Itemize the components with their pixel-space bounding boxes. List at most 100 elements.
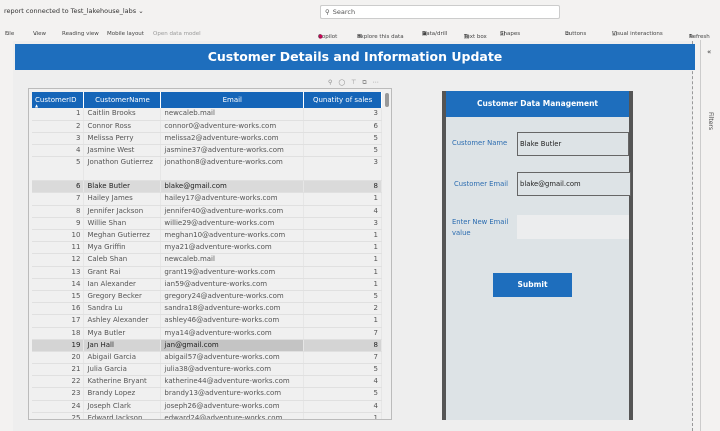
- customer-name-cell: Sandra Lu: [83, 302, 162, 316]
- ribbon-toolbar: File ⌄ View ⌄ Reading view Mobile layout…: [5, 30, 710, 40]
- mobile-layout-button[interactable]: Mobile layout: [107, 31, 144, 37]
- report-title[interactable]: report connected to Test_lakehouse_labs …: [4, 7, 144, 15]
- customer-name-field[interactable]: Blake Butler: [517, 132, 629, 156]
- customer-name-cell: Jan Hall: [83, 339, 162, 352]
- column-header[interactable]: CustomerName: [83, 92, 162, 108]
- email-cell: katherine44@adventure-works.com: [160, 375, 305, 389]
- menu-file[interactable]: File ⌄: [5, 31, 14, 37]
- customer-email-field[interactable]: blake@gmail.com: [517, 172, 631, 196]
- table-row[interactable]: 18 Mya Butler mya14@adventure-works.com 7: [32, 327, 382, 340]
- reading-view-button[interactable]: Reading view: [62, 31, 99, 37]
- filter-icon[interactable]: ⊤: [351, 79, 356, 87]
- quantity-cell: 1: [303, 253, 382, 267]
- quantity-cell: 7: [303, 351, 382, 365]
- customer-email-label: Customer Email: [454, 180, 509, 188]
- table-row[interactable]: 7 Hailey James hailey17@adventure-works.co…: [32, 192, 382, 206]
- customer-id-cell: 21: [32, 363, 85, 377]
- table-row[interactable]: 15 Gregory Becker gregory24@adventure-work…: [32, 290, 382, 304]
- table-row[interactable]: 5 Jonathon Gutierrez jonathon8@adventure-w…: [32, 156, 382, 182]
- column-header[interactable]: Qunatity of sales: [303, 92, 382, 108]
- customer-id-cell: 2: [32, 120, 85, 133]
- open-data-model-button[interactable]: Open data model: [153, 31, 201, 37]
- customer-name-cell: Caleb Shan: [83, 253, 162, 267]
- customer-name-cell: Jasmine West: [83, 144, 162, 158]
- customer-id-cell: 17: [32, 314, 85, 328]
- customer-id-cell: 5: [32, 156, 85, 182]
- email-cell: melissa2@adventure-works.com: [160, 132, 305, 146]
- table-row[interactable]: 12 Caleb Shan newcaleb.mail 1: [32, 253, 382, 267]
- visual-interactions-button[interactable]: ▢ Visual interactions ⌄: [612, 31, 663, 37]
- email-cell: newcaleb.mail: [160, 108, 305, 121]
- customer-id-cell: 11: [32, 241, 85, 255]
- data-drill-button[interactable]: ▣ Data/drill ⌄: [422, 31, 447, 37]
- quantity-cell: 3: [303, 217, 382, 231]
- customer-name-cell: Brandy Lopez: [83, 387, 162, 401]
- comment-icon[interactable]: ◯: [338, 79, 345, 87]
- customer-id-cell: 8: [32, 205, 85, 218]
- new-email-label: Enter New Email value: [452, 218, 509, 237]
- table-row[interactable]: 11 Mya Griffin mya21@adventure-works.com 1: [32, 241, 382, 255]
- focus-mode-icon[interactable]: ⧉: [362, 79, 366, 87]
- quantity-cell: 2: [303, 302, 382, 316]
- customer-id-cell: 22: [32, 375, 85, 389]
- quantity-cell: 8: [303, 339, 382, 352]
- table-row[interactable]: 4 Jasmine West jasmine37@adventure-works.c…: [32, 144, 382, 158]
- table-row[interactable]: 14 Ian Alexander ian59@adventure-works.com…: [32, 278, 382, 291]
- table-row[interactable]: 10 Meghan Gutierrez meghan10@adventure-wor…: [32, 229, 382, 243]
- table-row[interactable]: 20 Abigail Garcia abigail57@adventure-work…: [32, 351, 382, 365]
- table-row[interactable]: 3 Melissa Perry melissa2@adventure-works.c…: [32, 132, 382, 146]
- customer-id-cell: 16: [32, 302, 85, 316]
- submit-button[interactable]: Submit: [493, 273, 572, 297]
- quantity-cell: 3: [303, 108, 382, 121]
- email-cell: edward24@adventure-works.com: [160, 412, 305, 419]
- email-cell: willie29@adventure-works.com: [160, 217, 305, 231]
- table-row[interactable]: 1 Caitlin Brooks newcaleb.mail 3: [32, 108, 382, 121]
- table-row[interactable]: 8 Jennifer Jackson jennifer40@adventure-wo…: [32, 205, 382, 218]
- table-row[interactable]: 16 Sandra Lu sandra18@adventure-works.com 2: [32, 302, 382, 316]
- quantity-cell: 1: [303, 412, 382, 419]
- table-row[interactable]: 22 Katherine Bryant katherine44@adventure-…: [32, 375, 382, 389]
- customer-id-cell: 7: [32, 192, 85, 206]
- quantity-cell: 8: [303, 180, 382, 194]
- table-row[interactable]: 6 Blake Butler blake@gmail.com 8: [32, 180, 382, 194]
- table-row[interactable]: 24 Joseph Clark joseph26@adventure-works.c…: [32, 400, 382, 413]
- shapes-button[interactable]: ◰ Shapes ⌄: [500, 31, 520, 37]
- visual-header-icons: ⚲ ◯ ⊤ ⧉ ⋯: [328, 79, 379, 87]
- collapse-icon[interactable]: «: [707, 48, 711, 56]
- customer-id-cell: 14: [32, 278, 85, 291]
- customer-name-cell: Mya Butler: [83, 327, 162, 340]
- new-email-input[interactable]: [517, 215, 629, 239]
- column-header[interactable]: Email: [160, 92, 305, 108]
- quantity-cell: 7: [303, 327, 382, 340]
- table-row[interactable]: 13 Grant Rai grant19@adventure-works.com 1: [32, 266, 382, 279]
- more-options-icon[interactable]: ⋯: [373, 79, 379, 87]
- table-scrollbar[interactable]: [385, 93, 389, 107]
- column-header[interactable]: CustomerID ▲: [32, 92, 85, 108]
- customer-id-cell: 10: [32, 229, 85, 243]
- table-row[interactable]: 19 Jan Hall jan@gmail.com 8: [32, 339, 382, 352]
- table-row[interactable]: 25 Edward Jackson edward24@adventure-works…: [32, 412, 382, 419]
- email-cell: mya21@adventure-works.com: [160, 241, 305, 255]
- email-cell: joseph26@adventure-works.com: [160, 400, 305, 413]
- search-input[interactable]: ⚲ Search: [320, 5, 560, 19]
- email-cell: brandy13@adventure-works.com: [160, 387, 305, 401]
- customer-name-cell: Gregory Becker: [83, 290, 162, 304]
- buttons-button[interactable]: ▭ Buttons ⌄: [565, 31, 586, 37]
- table-row[interactable]: 21 Julia Garcia julia38@adventure-works.co…: [32, 363, 382, 377]
- email-cell: julia38@adventure-works.com: [160, 363, 305, 377]
- quantity-cell: 5: [303, 144, 382, 158]
- quantity-cell: 6: [303, 120, 382, 133]
- customer-id-cell: 4: [32, 144, 85, 158]
- customer-name-cell: Katherine Bryant: [83, 375, 162, 389]
- pin-icon[interactable]: ⚲: [328, 79, 332, 87]
- table-row[interactable]: 17 Ashley Alexander ashley46@adventure-wor…: [32, 314, 382, 328]
- table-row[interactable]: 9 Willie Shan willie29@adventure-works.com…: [32, 217, 382, 231]
- table-row[interactable]: 2 Connor Ross connor0@adventure-works.com 6: [32, 120, 382, 133]
- menu-view[interactable]: View ⌄: [33, 31, 46, 37]
- filters-pane[interactable]: «Filters: [700, 40, 720, 431]
- quantity-cell: 3: [303, 156, 382, 182]
- customer-name-cell: Meghan Gutierrez: [83, 229, 162, 243]
- table-row[interactable]: 23 Brandy Lopez brandy13@adventure-works.c…: [32, 387, 382, 401]
- email-cell: meghan10@adventure-works.com: [160, 229, 305, 243]
- customer-name-cell: Caitlin Brooks: [83, 108, 162, 121]
